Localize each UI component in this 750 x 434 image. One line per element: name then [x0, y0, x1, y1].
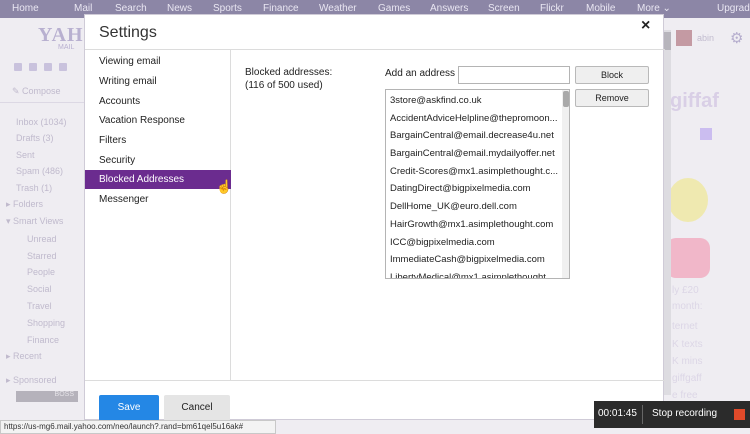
inbox-icon[interactable] — [14, 63, 22, 71]
smart-finance[interactable]: Finance — [27, 335, 59, 345]
list-item[interactable]: BargainCentral@email.decrease4u.net — [386, 127, 561, 145]
compose-button[interactable]: ✎ Compose — [12, 86, 61, 97]
settings-dialog: Settings × Viewing email Writing email A… — [84, 14, 665, 421]
list-item[interactable]: AccidentAdviceHelpline@thepromoon... — [386, 110, 561, 128]
folder-drafts[interactable]: Drafts (3) — [16, 133, 54, 143]
smart-shopping[interactable]: Shopping — [27, 318, 65, 328]
smart-people[interactable]: People — [27, 267, 55, 277]
ad-line: e free — [672, 390, 698, 401]
cancel-button[interactable]: Cancel — [164, 395, 230, 421]
list-item[interactable]: Credit-Scores@mx1.asimplethought.c... — [386, 163, 561, 181]
sidebar-divider — [0, 102, 84, 103]
ad-line: K texts — [672, 339, 703, 350]
delete-icon[interactable] — [29, 63, 37, 71]
close-icon[interactable]: × — [641, 17, 650, 35]
yahoo-logo-sub: MAIL — [58, 44, 75, 51]
nav-home[interactable]: Home — [12, 3, 39, 14]
blocked-address-list[interactable]: 3store@askfind.co.uk AccidentAdviceHelpl… — [385, 89, 570, 279]
browser-status-url: https://us-mg6.mail.yahoo.com/neo/launch… — [0, 420, 276, 434]
username[interactable]: abin — [697, 33, 714, 43]
nav-screen[interactable]: Screen — [488, 3, 520, 14]
list-item[interactable]: ICC@bigpixelmedia.com — [386, 234, 561, 252]
folder-recent[interactable]: ▸ Recent — [6, 351, 42, 362]
settings-nav-blocked-addresses[interactable]: Blocked Addresses — [85, 170, 231, 189]
settings-nav-accounts[interactable]: Accounts — [85, 92, 231, 111]
folder-folders[interactable]: ▸ Folders — [6, 199, 43, 210]
remove-button[interactable]: Remove — [575, 89, 649, 107]
folder-sidebar: ✎ Compose Inbox (1034) Drafts (3) Sent S… — [0, 80, 84, 420]
page-scrollbar[interactable] — [664, 30, 671, 395]
folder-sponsored[interactable]: ▸ Sponsored — [6, 375, 57, 386]
nav-mobile[interactable]: Mobile — [586, 3, 615, 14]
sponsored-ad-boss[interactable]: BOSS — [16, 391, 78, 402]
nav-news[interactable]: News — [167, 3, 192, 14]
ad-title: giffaf — [670, 90, 719, 112]
nav-games[interactable]: Games — [378, 3, 410, 14]
dialog-footer-divider — [85, 380, 665, 381]
folder-inbox[interactable]: Inbox (1034) — [16, 117, 67, 127]
recorder-divider — [642, 405, 643, 424]
list-item[interactable]: DatingDirect@bigpixelmedia.com — [386, 180, 561, 198]
settings-nav-filters[interactable]: Filters — [85, 131, 231, 150]
settings-nav: Viewing email Writing email Accounts Vac… — [85, 50, 231, 380]
record-icon[interactable] — [734, 409, 745, 420]
spam-icon[interactable] — [59, 63, 67, 71]
add-address-input[interactable] — [458, 66, 570, 84]
list-item[interactable]: DellHome_UK@euro.dell.com — [386, 198, 561, 216]
hand-cursor-icon: ☝ — [216, 179, 233, 194]
settings-nav-vacation-response[interactable]: Vacation Response — [85, 111, 231, 130]
ad-line: month: — [672, 301, 703, 312]
stop-recording-button[interactable]: Stop recording — [652, 408, 717, 419]
folder-trash[interactable]: Trash (1) — [16, 183, 52, 193]
ad-line: ly £20 — [672, 285, 699, 296]
avatar[interactable] — [676, 30, 692, 46]
list-item[interactable]: LibertyMedical@mx1.asimplethought.... — [386, 269, 561, 278]
folder-smart-views[interactable]: ▾ Smart Views — [6, 216, 63, 227]
blocked-count: (116 of 500 used) — [245, 80, 323, 91]
ad-line: ternet — [672, 321, 698, 332]
nav-search[interactable]: Search — [115, 3, 147, 14]
smart-social[interactable]: Social — [27, 284, 52, 294]
list-scrollbar[interactable] — [562, 90, 569, 278]
ad-badge — [700, 128, 712, 140]
smart-travel[interactable]: Travel — [27, 301, 52, 311]
nav-mail[interactable]: Mail — [74, 3, 92, 14]
ad-image-pink — [666, 238, 710, 278]
save-button[interactable]: Save — [99, 395, 159, 421]
settings-nav-security[interactable]: Security — [85, 151, 231, 170]
settings-nav-writing-email[interactable]: Writing email — [85, 72, 231, 91]
list-scrollbar-thumb[interactable] — [563, 91, 569, 107]
mail-toolbar — [14, 58, 84, 71]
nav-finance[interactable]: Finance — [263, 3, 299, 14]
nav-answers[interactable]: Answers — [430, 3, 468, 14]
nav-sports[interactable]: Sports — [213, 3, 242, 14]
list-item[interactable]: 3store@askfind.co.uk — [386, 92, 561, 110]
page-scrollbar-thumb[interactable] — [664, 32, 671, 50]
list-item[interactable]: BargainCentral@email.mydailyoffer.net — [386, 145, 561, 163]
blocked-addresses-label: Blocked addresses: — [245, 67, 333, 78]
add-address-label: Add an address — [385, 68, 456, 79]
ad-line: giffgaff — [672, 373, 702, 384]
block-button[interactable]: Block — [575, 66, 649, 84]
nav-upgrade[interactable]: Upgrade — [717, 3, 750, 14]
recording-time: 00:01:45 — [598, 408, 637, 419]
screen-recorder-widget: 00:01:45 Stop recording — [594, 401, 750, 428]
folder-sent[interactable]: Sent — [16, 150, 35, 160]
list-item[interactable]: ImmediateCash@bigpixelmedia.com — [386, 251, 561, 269]
ad-line: K mins — [672, 356, 703, 367]
nav-weather[interactable]: Weather — [319, 3, 357, 14]
folder-icon[interactable] — [44, 63, 52, 71]
smart-starred[interactable]: Starred — [27, 251, 57, 261]
ad-image-yellow — [668, 178, 708, 222]
nav-flickr[interactable]: Flickr — [540, 3, 564, 14]
settings-nav-messenger[interactable]: Messenger — [85, 190, 231, 209]
smart-unread[interactable]: Unread — [27, 234, 57, 244]
settings-nav-viewing-email[interactable]: Viewing email — [85, 52, 231, 71]
folder-spam[interactable]: Spam (486) — [16, 166, 63, 176]
nav-more[interactable]: More ⌄ — [637, 3, 671, 14]
dialog-title: Settings — [99, 24, 157, 41]
gear-icon[interactable]: ⚙ — [730, 29, 743, 47]
list-item[interactable]: HairGrowth@mx1.asimplethought.com — [386, 216, 561, 234]
